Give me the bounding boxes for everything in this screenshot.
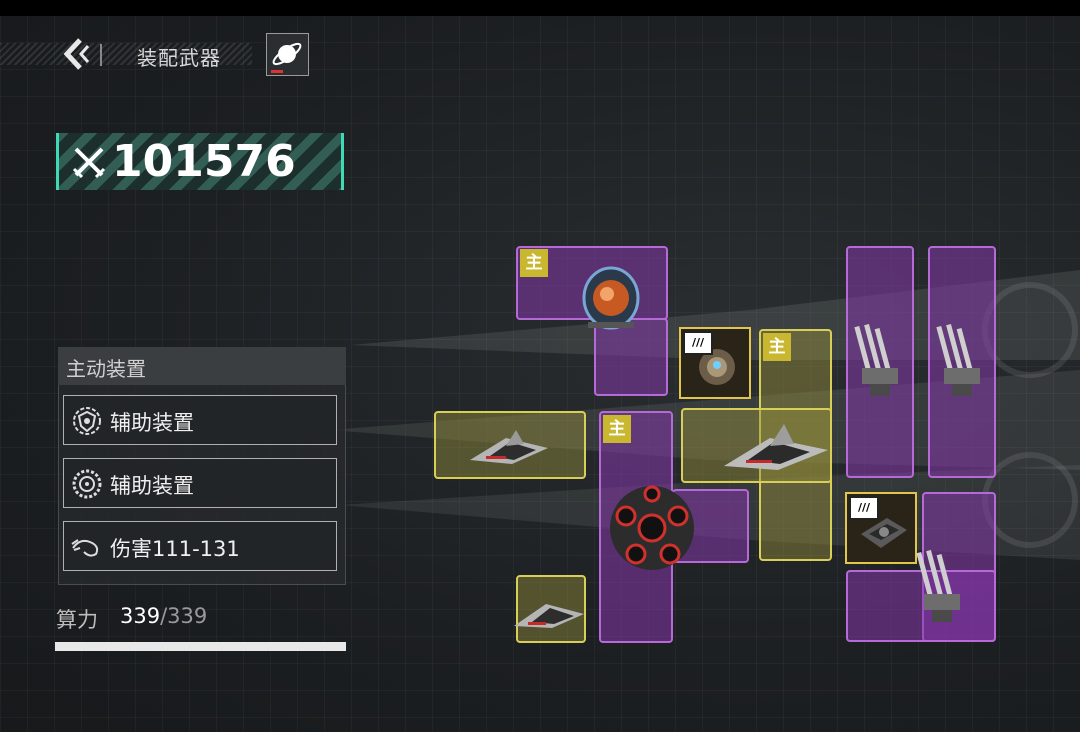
slot-panel-header: 主动装置 <box>58 347 346 385</box>
page-title: 装配武器 <box>137 46 221 70</box>
compute-current: 339 <box>120 604 161 628</box>
slot-label: 辅助装置 <box>110 474 194 498</box>
power-box-edge-right <box>341 133 344 190</box>
missile-launcher-item <box>916 550 960 622</box>
shield-gear-icon <box>73 407 101 435</box>
compute-max: /339 <box>160 604 208 628</box>
missile-launcher-item <box>854 324 898 396</box>
top-black-bar <box>0 0 1080 16</box>
header-separator <box>100 44 102 66</box>
planet-button[interactable] <box>266 33 309 76</box>
target-gear-icon <box>72 469 102 499</box>
compute-value: 339/339 <box>120 604 207 628</box>
equipped-module-device[interactable]: /// <box>845 492 917 564</box>
chevron-left-icon <box>63 38 90 70</box>
slot-label: 辅助装置 <box>110 411 194 435</box>
main-badge: 主 <box>763 333 791 361</box>
compute-label: 算力 <box>56 608 98 632</box>
main-badge: 主 <box>520 249 548 277</box>
black-sphere-item <box>610 485 694 570</box>
back-button[interactable] <box>58 36 94 72</box>
module-tag: /// <box>849 496 879 520</box>
power-box-edge-left <box>56 133 59 190</box>
compute-progress-bar <box>55 642 346 651</box>
missile-launcher-item <box>936 324 980 396</box>
module-tag: /// <box>683 331 713 355</box>
slot-label: 伤害111-131 <box>110 537 240 561</box>
damage-swirl-icon <box>71 539 99 557</box>
main-badge: 主 <box>603 415 631 443</box>
planet-icon <box>271 42 302 73</box>
combat-power-value: 101576 <box>112 136 296 187</box>
fighter-ship-item <box>470 430 548 464</box>
slot-panel-title: 主动装置 <box>66 357 146 381</box>
combat-power-box: 101576 <box>56 133 344 190</box>
core-orb-item <box>582 266 640 330</box>
slot-button-damage[interactable]: 伤害111-131 <box>63 521 337 571</box>
equipped-module-drone[interactable]: /// <box>679 327 751 399</box>
slot-button-support-2[interactable]: 辅助装置 <box>63 458 337 508</box>
fighter-ship-item <box>514 604 584 628</box>
crossed-swords-icon <box>72 147 106 179</box>
slot-button-support-1[interactable]: 辅助装置 <box>63 395 337 445</box>
fighter-ship-item <box>724 424 828 470</box>
